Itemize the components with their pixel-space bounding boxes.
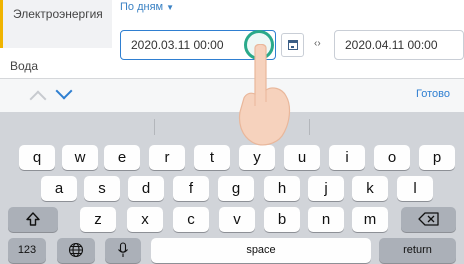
return-key[interactable]: return [379,238,456,263]
key-t[interactable]: t [194,145,230,170]
sidebar-item-label: Вода [10,59,39,73]
key-k[interactable]: k [352,176,388,201]
touch-indicator [244,30,274,60]
on-screen-keyboard: q w e r t y u i o p a s d f g h j k l z … [0,112,464,264]
next-field-icon[interactable] [55,82,73,100]
key-s[interactable]: s [84,176,120,201]
chevron-down-icon: ▼ [166,3,175,12]
key-f[interactable]: f [173,176,209,201]
key-z[interactable]: z [80,207,116,232]
shift-key[interactable] [8,207,58,232]
key-g[interactable]: g [218,176,254,201]
end-date-input[interactable]: 2020.04.11 00:00 [334,30,464,60]
start-date-value: 2020.03.11 00:00 [131,38,224,52]
globe-icon [68,242,84,258]
key-m[interactable]: m [352,207,388,232]
key-o[interactable]: o [374,145,410,170]
calendar-button[interactable] [281,33,304,57]
backspace-key[interactable] [401,207,456,232]
backspace-icon [417,212,439,226]
key-j[interactable]: j [308,176,344,201]
key-y[interactable]: y [239,145,275,170]
suggestion-divider [154,119,155,135]
keyboard-accessory-bar: Готово [0,78,464,112]
period-label: По дням [120,1,164,13]
key-q[interactable]: q [19,145,55,170]
sidebar-item-electricity[interactable]: Электроэнергия [0,0,112,48]
key-p[interactable]: p [419,145,455,170]
key-h[interactable]: h [264,176,300,201]
range-separator: ‹› [314,38,321,49]
key-d[interactable]: d [128,176,164,201]
microphone-key[interactable] [105,238,141,263]
globe-key[interactable] [57,238,95,263]
key-l[interactable]: l [397,176,433,201]
key-v[interactable]: v [219,207,255,232]
space-key[interactable]: space [151,238,371,263]
numbers-key[interactable]: 123 [8,238,46,263]
sidebar-item-label: Электроэнергия [13,7,103,21]
end-date-value: 2020.04.11 00:00 [345,38,438,52]
date-filter-panel: По дням ▼ 2020.03.11 00:00 ‹› 2020.04.11 … [112,0,464,78]
key-a[interactable]: a [41,176,77,201]
sidebar: Электроэнергия Вода [0,0,112,78]
microphone-icon [118,242,128,257]
key-i[interactable]: i [329,145,365,170]
key-u[interactable]: u [284,145,320,170]
sidebar-item-water[interactable]: Вода [0,56,112,76]
key-x[interactable]: x [127,207,163,232]
previous-field-icon[interactable] [29,90,47,108]
done-button[interactable]: Готово [416,88,450,100]
key-r[interactable]: r [149,145,185,170]
shift-icon [26,212,40,226]
key-b[interactable]: b [264,207,300,232]
key-c[interactable]: c [173,207,209,232]
key-e[interactable]: e [104,145,140,170]
app-top-area: Электроэнергия Вода По дням ▼ 2020.03.11 … [0,0,464,78]
key-w[interactable]: w [62,145,98,170]
suggestion-divider [309,119,310,135]
period-dropdown[interactable]: По дням ▼ [120,0,174,15]
key-n[interactable]: n [308,207,344,232]
suggestion-bar [0,112,464,142]
calendar-icon [288,40,298,50]
